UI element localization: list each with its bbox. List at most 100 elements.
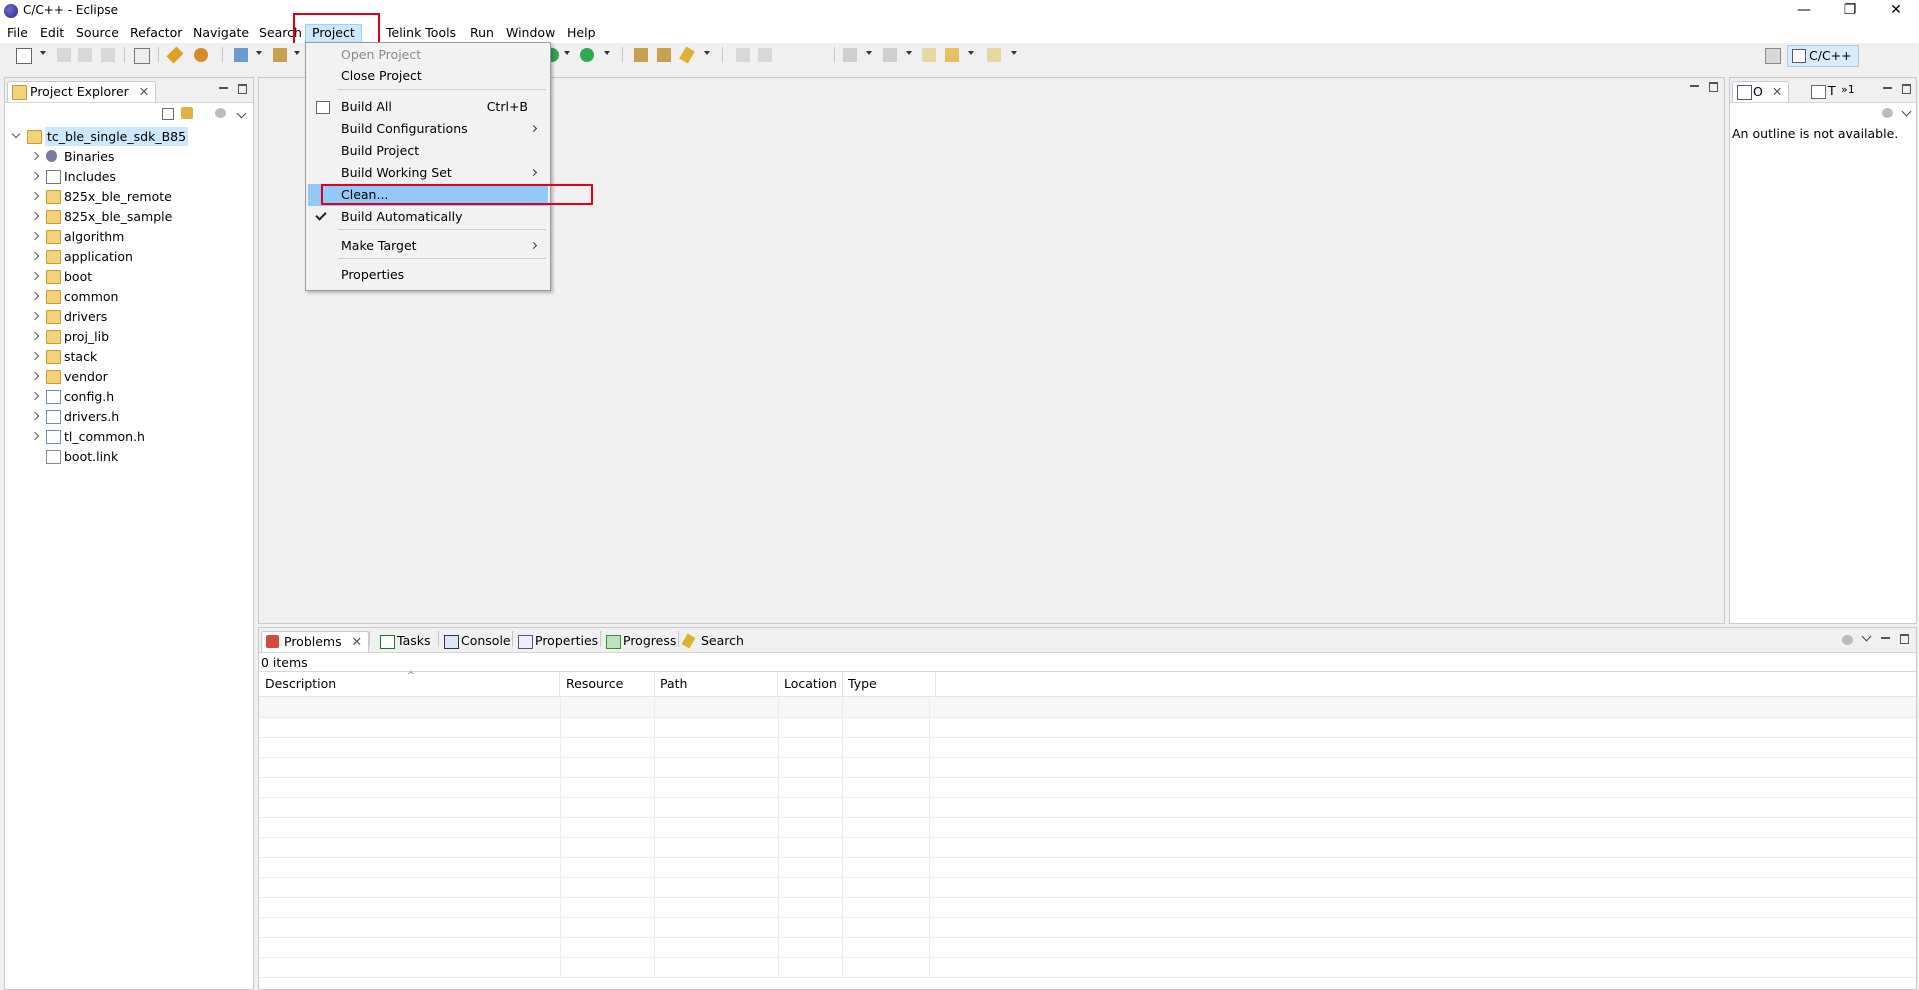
menu-run[interactable]: Run xyxy=(464,24,500,41)
prev-annotation-icon[interactable] xyxy=(883,48,897,62)
problems-view-menu-icon[interactable] xyxy=(1861,631,1872,642)
expand-chevron-icon[interactable] xyxy=(30,271,40,281)
view-filters-icon[interactable] xyxy=(215,108,226,118)
pilcrow-icon[interactable] xyxy=(758,48,772,62)
build-icon[interactable] xyxy=(134,48,150,64)
tree-item[interactable]: tl_common.h xyxy=(30,427,247,446)
tree-item[interactable]: Includes xyxy=(30,167,247,186)
tree-item[interactable]: vendor xyxy=(30,367,247,386)
open-type-icon[interactable] xyxy=(634,48,648,62)
more-tabs-button[interactable]: »1 xyxy=(1841,83,1855,96)
tree-item[interactable]: config.h xyxy=(30,387,247,406)
menu-navigate[interactable]: Navigate xyxy=(187,24,255,41)
debug-icon[interactable] xyxy=(194,48,208,62)
minimize-view-icon[interactable] xyxy=(1881,637,1890,639)
prev-annotation-dropdown-icon[interactable] xyxy=(906,51,912,55)
last-edit-icon[interactable] xyxy=(922,48,936,62)
maximize-editor-icon[interactable] xyxy=(1709,82,1718,92)
tree-item[interactable]: boot xyxy=(30,267,247,286)
menu-item-build-automatically[interactable]: Build Automatically xyxy=(308,206,548,228)
outline-filter-icon[interactable] xyxy=(1882,108,1893,118)
expand-chevron-icon[interactable] xyxy=(30,311,40,321)
pen-dropdown-icon[interactable] xyxy=(704,51,710,55)
open-folder-icon[interactable] xyxy=(657,48,671,62)
menu-source[interactable]: Source xyxy=(70,24,125,41)
menu-edit[interactable]: Edit xyxy=(34,24,70,41)
tree-item[interactable]: boot.link xyxy=(32,447,247,466)
tree-item[interactable]: algorithm xyxy=(30,227,247,246)
menu-window[interactable]: Window xyxy=(500,24,561,41)
link-with-editor-icon[interactable] xyxy=(181,107,193,119)
menu-item-close-project[interactable]: Close Project xyxy=(308,65,548,87)
new-folder-dropdown-icon[interactable] xyxy=(294,51,300,55)
minimize-view-icon[interactable] xyxy=(219,87,228,89)
external-tools-icon[interactable] xyxy=(580,48,594,62)
minimize-button[interactable]: — xyxy=(1781,0,1827,22)
tree-item[interactable]: drivers xyxy=(30,307,247,326)
expand-chevron-icon[interactable] xyxy=(30,211,40,221)
tree-item[interactable]: stack xyxy=(30,347,247,366)
tab-properties[interactable]: Properties xyxy=(515,631,598,651)
run-dropdown-icon[interactable] xyxy=(564,51,570,55)
next-annotation-icon[interactable] xyxy=(843,48,857,62)
expand-chevron-icon[interactable] xyxy=(30,391,40,401)
save-icon[interactable] xyxy=(57,48,71,62)
column-resource[interactable]: Resource xyxy=(560,672,655,696)
expand-chevron-icon[interactable] xyxy=(30,151,40,161)
expand-chevron-icon[interactable] xyxy=(30,171,40,181)
open-perspective-icon[interactable] xyxy=(1765,48,1781,64)
menu-item-build-working-set[interactable]: Build Working Set xyxy=(308,162,548,184)
tab-task-list[interactable]: T xyxy=(1808,81,1836,101)
close-tab-icon[interactable]: ✕ xyxy=(1772,84,1782,99)
tree-item[interactable]: 825x_ble_sample xyxy=(30,207,247,226)
expand-chevron-icon[interactable] xyxy=(30,251,40,261)
column-location[interactable]: Location xyxy=(778,672,843,696)
hammer-icon[interactable] xyxy=(166,46,184,64)
minimize-view-icon[interactable] xyxy=(1883,87,1892,89)
menu-item-properties[interactable]: Properties xyxy=(308,264,548,286)
new-class-dropdown-icon[interactable] xyxy=(256,51,262,55)
expand-chevron-icon[interactable] xyxy=(30,371,40,381)
close-tab-icon[interactable]: ✕ xyxy=(352,634,362,649)
menu-item-build-project[interactable]: Build Project xyxy=(308,140,548,162)
new-folder-icon[interactable] xyxy=(273,48,287,62)
tree-item[interactable]: drivers.h xyxy=(30,407,247,426)
menu-telink-tools[interactable]: Telink Tools xyxy=(380,24,462,41)
maximize-view-icon[interactable] xyxy=(1902,84,1911,94)
external-tools-dropdown-icon[interactable] xyxy=(604,51,610,55)
tab-progress[interactable]: Progress xyxy=(603,631,676,651)
expand-chevron-icon[interactable] xyxy=(30,431,40,441)
new-icon[interactable] xyxy=(16,48,32,64)
tab-problems[interactable]: Problems ✕ xyxy=(261,631,370,652)
restore-button[interactable]: ❐ xyxy=(1827,0,1873,22)
new-class-icon[interactable] xyxy=(234,48,248,62)
tab-search[interactable]: Search xyxy=(681,631,744,651)
tree-item[interactable]: common xyxy=(30,287,247,306)
expand-chevron-icon[interactable] xyxy=(11,129,21,139)
column-type[interactable]: Type xyxy=(842,672,936,696)
pen-icon[interactable] xyxy=(679,46,695,64)
menu-item-build-configurations[interactable]: Build Configurations xyxy=(308,118,548,140)
print-icon[interactable] xyxy=(101,48,115,62)
expand-chevron-icon[interactable] xyxy=(30,411,40,421)
minimize-editor-icon[interactable] xyxy=(1690,85,1699,87)
outline-view-menu-icon[interactable] xyxy=(1901,106,1912,117)
new-dropdown-icon[interactable] xyxy=(40,51,46,55)
maximize-view-icon[interactable] xyxy=(1900,634,1909,644)
tab-console[interactable]: Console xyxy=(441,631,511,651)
tree-root[interactable]: tc_ble_single_sdk_B85 xyxy=(11,127,248,146)
back-icon[interactable] xyxy=(945,48,959,62)
back-dropdown-icon[interactable] xyxy=(968,51,974,55)
view-menu-icon[interactable] xyxy=(236,108,247,119)
menu-file[interactable]: File xyxy=(1,24,34,41)
tab-tasks[interactable]: Tasks xyxy=(377,631,431,651)
tab-outline[interactable]: O ✕ xyxy=(1732,81,1790,102)
collapse-all-icon[interactable] xyxy=(162,108,174,120)
forward-icon[interactable] xyxy=(987,48,1001,62)
perspective-cpp-button[interactable]: C/C++ xyxy=(1787,45,1859,67)
expand-chevron-icon[interactable] xyxy=(30,191,40,201)
expand-chevron-icon[interactable] xyxy=(30,231,40,241)
close-button[interactable]: ✕ xyxy=(1873,0,1919,22)
tree-item[interactable]: proj_lib xyxy=(30,327,247,346)
forward-dropdown-icon[interactable] xyxy=(1011,51,1017,55)
